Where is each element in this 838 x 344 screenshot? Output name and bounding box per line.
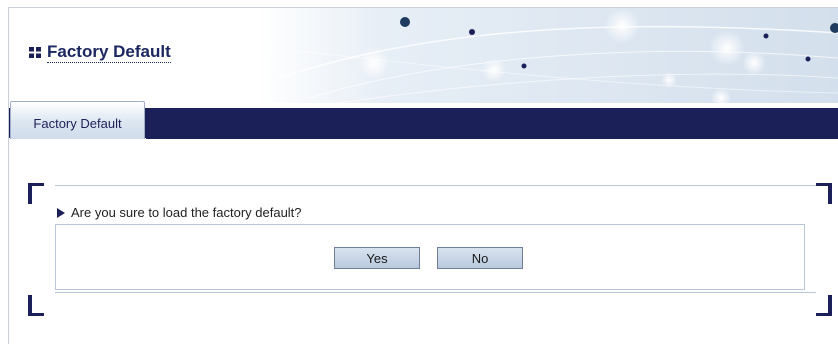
- page-header: Factory Default: [9, 8, 838, 103]
- panel-corner-top-left: [28, 183, 44, 204]
- page-title-text: Factory Default: [47, 42, 171, 63]
- grid-squares-icon: [29, 47, 41, 58]
- yes-button[interactable]: Yes: [334, 247, 420, 269]
- tab-factory-default[interactable]: Factory Default: [10, 101, 145, 139]
- no-button[interactable]: No: [437, 247, 523, 269]
- panel-corner-bottom-left: [28, 295, 44, 316]
- triangle-right-icon: [57, 207, 65, 218]
- confirm-question-text: Are you sure to load the factory default…: [71, 205, 302, 220]
- tab-bar-underline: [146, 138, 838, 139]
- tab-bar: Factory Default: [9, 101, 838, 141]
- page-title: Factory Default: [29, 42, 171, 63]
- content-frame: Factory Default Factory Default Are you …: [8, 7, 838, 344]
- panel-corner-bottom-right: [816, 295, 832, 316]
- button-box: [55, 224, 805, 290]
- panel-corner-top-right: [816, 183, 832, 204]
- confirm-question: Are you sure to load the factory default…: [57, 205, 302, 220]
